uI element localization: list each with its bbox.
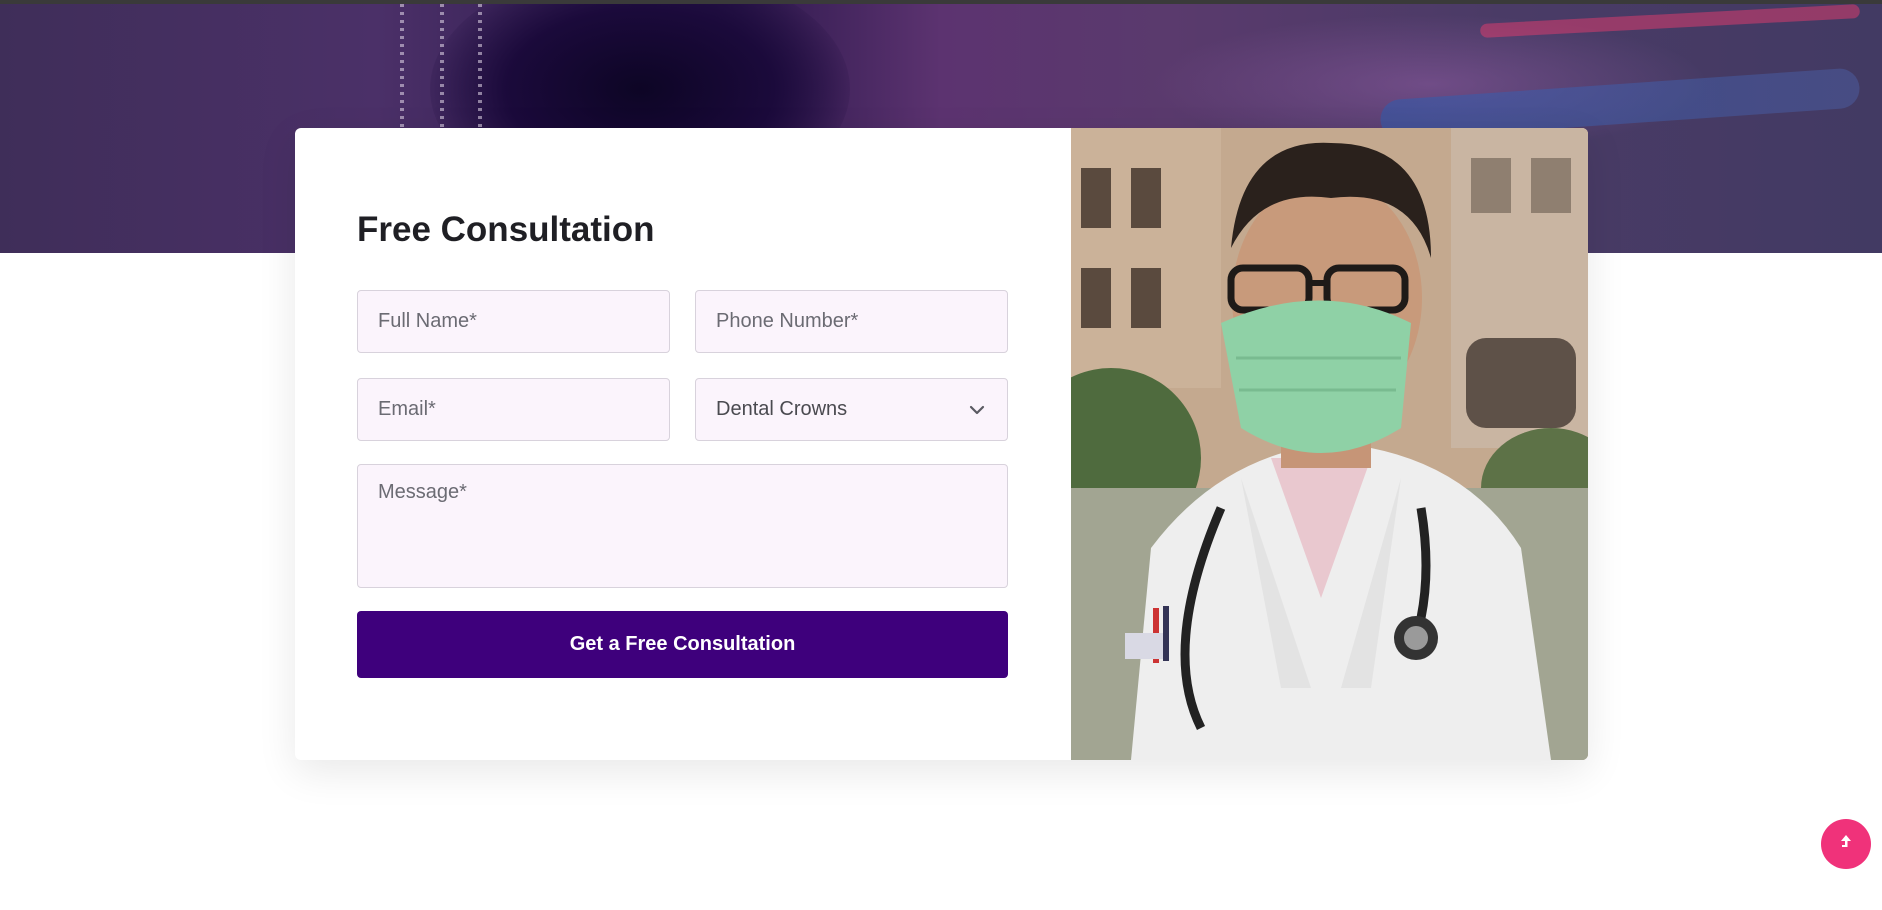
scroll-to-top-button[interactable] xyxy=(1821,819,1871,869)
hero-pink-streak xyxy=(1479,4,1861,38)
doctor-illustration xyxy=(1071,128,1588,760)
consultation-card: Free Consultation Dental Crowns Get a Fr… xyxy=(295,128,1588,760)
message-textarea[interactable] xyxy=(357,464,1008,588)
doctor-photo xyxy=(1071,128,1588,760)
hero-chain-decoration xyxy=(400,4,488,134)
consultation-form: Free Consultation Dental Crowns Get a Fr… xyxy=(295,128,1071,760)
email-input[interactable] xyxy=(357,378,670,441)
full-name-input[interactable] xyxy=(357,290,670,353)
phone-number-input[interactable] xyxy=(695,290,1008,353)
arrow-up-icon xyxy=(1838,833,1854,856)
service-select[interactable]: Dental Crowns xyxy=(695,378,1008,441)
service-select-value: Dental Crowns xyxy=(716,398,848,420)
chevron-down-icon xyxy=(967,400,987,420)
get-free-consultation-button[interactable]: Get a Free Consultation xyxy=(357,611,1008,678)
form-title: Free Consultation xyxy=(357,210,655,249)
